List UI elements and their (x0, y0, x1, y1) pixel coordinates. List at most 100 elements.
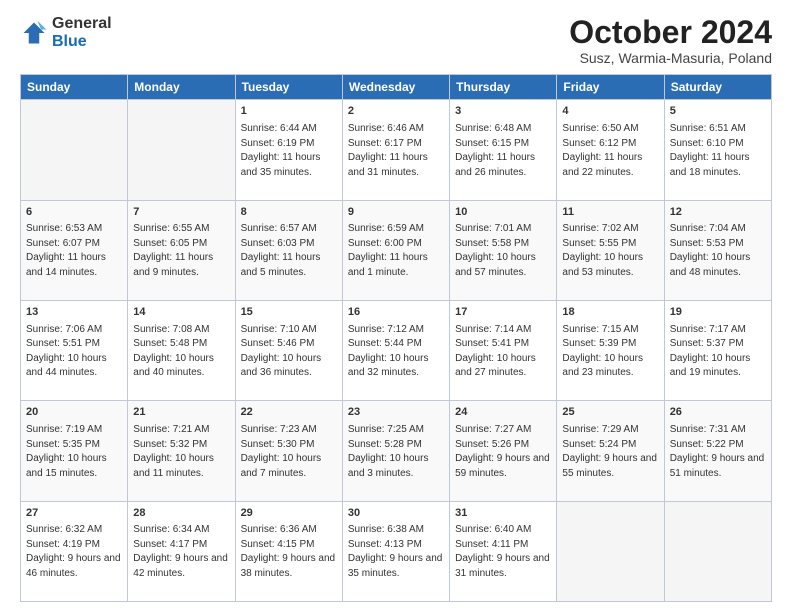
weekday-header-row: SundayMondayTuesdayWednesdayThursdayFrid… (21, 75, 772, 100)
calendar-cell (664, 501, 771, 601)
day-number: 6 (26, 205, 122, 220)
sunset-text: Sunset: 6:17 PM (348, 138, 422, 149)
daylight-text: Daylight: 11 hours and 26 minutes. (455, 152, 535, 178)
day-number: 15 (241, 305, 337, 320)
calendar-cell: 28Sunrise: 6:34 AMSunset: 4:17 PMDayligh… (128, 501, 235, 601)
sunset-text: Sunset: 5:28 PM (348, 439, 422, 450)
sunset-text: Sunset: 4:13 PM (348, 539, 422, 550)
sunrise-text: Sunrise: 7:01 AM (455, 223, 531, 234)
weekday-header-sunday: Sunday (21, 75, 128, 100)
sunset-text: Sunset: 5:37 PM (670, 338, 744, 349)
daylight-text: Daylight: 10 hours and 27 minutes. (455, 353, 536, 379)
calendar-cell: 3Sunrise: 6:48 AMSunset: 6:15 PMDaylight… (450, 100, 557, 200)
day-number: 27 (26, 506, 122, 521)
calendar-cell: 22Sunrise: 7:23 AMSunset: 5:30 PMDayligh… (235, 401, 342, 501)
sunset-text: Sunset: 5:41 PM (455, 338, 529, 349)
daylight-text: Daylight: 10 hours and 36 minutes. (241, 353, 322, 379)
day-number: 21 (133, 405, 229, 420)
day-number: 5 (670, 104, 766, 119)
day-number: 14 (133, 305, 229, 320)
daylight-text: Daylight: 9 hours and 59 minutes. (455, 453, 550, 479)
day-number: 23 (348, 405, 444, 420)
sunset-text: Sunset: 5:44 PM (348, 338, 422, 349)
calendar-cell: 2Sunrise: 6:46 AMSunset: 6:17 PMDaylight… (342, 100, 449, 200)
daylight-text: Daylight: 10 hours and 7 minutes. (241, 453, 322, 479)
daylight-text: Daylight: 9 hours and 55 minutes. (562, 453, 657, 479)
sunset-text: Sunset: 6:05 PM (133, 238, 207, 249)
daylight-text: Daylight: 9 hours and 38 minutes. (241, 553, 336, 579)
logo: General Blue (20, 15, 112, 50)
day-number: 31 (455, 506, 551, 521)
sunset-text: Sunset: 5:39 PM (562, 338, 636, 349)
calendar-cell: 8Sunrise: 6:57 AMSunset: 6:03 PMDaylight… (235, 200, 342, 300)
calendar-cell: 9Sunrise: 6:59 AMSunset: 6:00 PMDaylight… (342, 200, 449, 300)
sunrise-text: Sunrise: 6:32 AM (26, 524, 102, 535)
calendar-cell: 10Sunrise: 7:01 AMSunset: 5:58 PMDayligh… (450, 200, 557, 300)
sunset-text: Sunset: 5:22 PM (670, 439, 744, 450)
sunset-text: Sunset: 4:19 PM (26, 539, 100, 550)
sunset-text: Sunset: 5:30 PM (241, 439, 315, 450)
day-number: 13 (26, 305, 122, 320)
sunset-text: Sunset: 4:11 PM (455, 539, 528, 550)
sunrise-text: Sunrise: 6:53 AM (26, 223, 102, 234)
sunset-text: Sunset: 5:24 PM (562, 439, 636, 450)
daylight-text: Daylight: 9 hours and 46 minutes. (26, 553, 121, 579)
sunrise-text: Sunrise: 7:08 AM (133, 324, 209, 335)
daylight-text: Daylight: 9 hours and 51 minutes. (670, 453, 765, 479)
day-number: 11 (562, 205, 658, 220)
sunrise-text: Sunrise: 7:04 AM (670, 223, 746, 234)
weekday-header-monday: Monday (128, 75, 235, 100)
sunrise-text: Sunrise: 6:55 AM (133, 223, 209, 234)
daylight-text: Daylight: 11 hours and 22 minutes. (562, 152, 642, 178)
daylight-text: Daylight: 10 hours and 48 minutes. (670, 252, 751, 278)
daylight-text: Daylight: 11 hours and 18 minutes. (670, 152, 750, 178)
day-number: 24 (455, 405, 551, 420)
calendar-week-row: 27 Sunrise: 6:32 AM Sunset: 4:19 PM Dayligh… (21, 501, 772, 601)
sunset-text: Sunset: 5:55 PM (562, 238, 636, 249)
calendar-week-row: 13Sunrise: 7:06 AMSunset: 5:51 PMDayligh… (21, 300, 772, 400)
sunset-text: Sunset: 5:58 PM (455, 238, 529, 249)
weekday-header-friday: Friday (557, 75, 664, 100)
calendar-cell: 4Sunrise: 6:50 AMSunset: 6:12 PMDaylight… (557, 100, 664, 200)
sunset-text: Sunset: 4:15 PM (241, 539, 315, 550)
calendar-cell: 23Sunrise: 7:25 AMSunset: 5:28 PMDayligh… (342, 401, 449, 501)
sunrise-text: Sunrise: 6:34 AM (133, 524, 209, 535)
calendar-cell (557, 501, 664, 601)
day-number: 4 (562, 104, 658, 119)
day-number: 12 (670, 205, 766, 220)
daylight-text: Daylight: 10 hours and 53 minutes. (562, 252, 643, 278)
weekday-header-wednesday: Wednesday (342, 75, 449, 100)
logo-blue-text: Blue (52, 33, 112, 51)
day-number: 16 (348, 305, 444, 320)
calendar-cell (21, 100, 128, 200)
calendar-cell: 31Sunrise: 6:40 AMSunset: 4:11 PMDayligh… (450, 501, 557, 601)
daylight-text: Daylight: 10 hours and 3 minutes. (348, 453, 429, 479)
sunrise-text: Sunrise: 7:14 AM (455, 324, 531, 335)
calendar-cell: 6Sunrise: 6:53 AMSunset: 6:07 PMDaylight… (21, 200, 128, 300)
sunrise-text: Sunrise: 6:38 AM (348, 524, 424, 535)
sunrise-text: Sunrise: 6:48 AM (455, 123, 531, 134)
daylight-text: Daylight: 10 hours and 32 minutes. (348, 353, 429, 379)
sunset-text: Sunset: 6:03 PM (241, 238, 315, 249)
day-number: 22 (241, 405, 337, 420)
calendar-week-row: 1Sunrise: 6:44 AMSunset: 6:19 PMDaylight… (21, 100, 772, 200)
daylight-text: Daylight: 10 hours and 44 minutes. (26, 353, 107, 379)
calendar-cell: 24Sunrise: 7:27 AMSunset: 5:26 PMDayligh… (450, 401, 557, 501)
sunrise-text: Sunrise: 7:31 AM (670, 424, 746, 435)
sunrise-text: Sunrise: 7:29 AM (562, 424, 638, 435)
sunrise-text: Sunrise: 6:50 AM (562, 123, 638, 134)
sunset-text: Sunset: 6:15 PM (455, 138, 529, 149)
sunrise-text: Sunrise: 6:44 AM (241, 123, 317, 134)
day-number: 9 (348, 205, 444, 220)
daylight-text: Daylight: 9 hours and 35 minutes. (348, 553, 443, 579)
sunset-text: Sunset: 5:48 PM (133, 338, 207, 349)
calendar-week-row: 6Sunrise: 6:53 AMSunset: 6:07 PMDaylight… (21, 200, 772, 300)
calendar-cell: 5Sunrise: 6:51 AMSunset: 6:10 PMDaylight… (664, 100, 771, 200)
logo-text: General Blue (52, 15, 112, 50)
sunrise-text: Sunrise: 6:59 AM (348, 223, 424, 234)
calendar-cell: 26Sunrise: 7:31 AMSunset: 5:22 PMDayligh… (664, 401, 771, 501)
calendar-cell: 20Sunrise: 7:19 AMSunset: 5:35 PMDayligh… (21, 401, 128, 501)
calendar-cell: 13Sunrise: 7:06 AMSunset: 5:51 PMDayligh… (21, 300, 128, 400)
calendar-cell: 25Sunrise: 7:29 AMSunset: 5:24 PMDayligh… (557, 401, 664, 501)
day-number: 8 (241, 205, 337, 220)
